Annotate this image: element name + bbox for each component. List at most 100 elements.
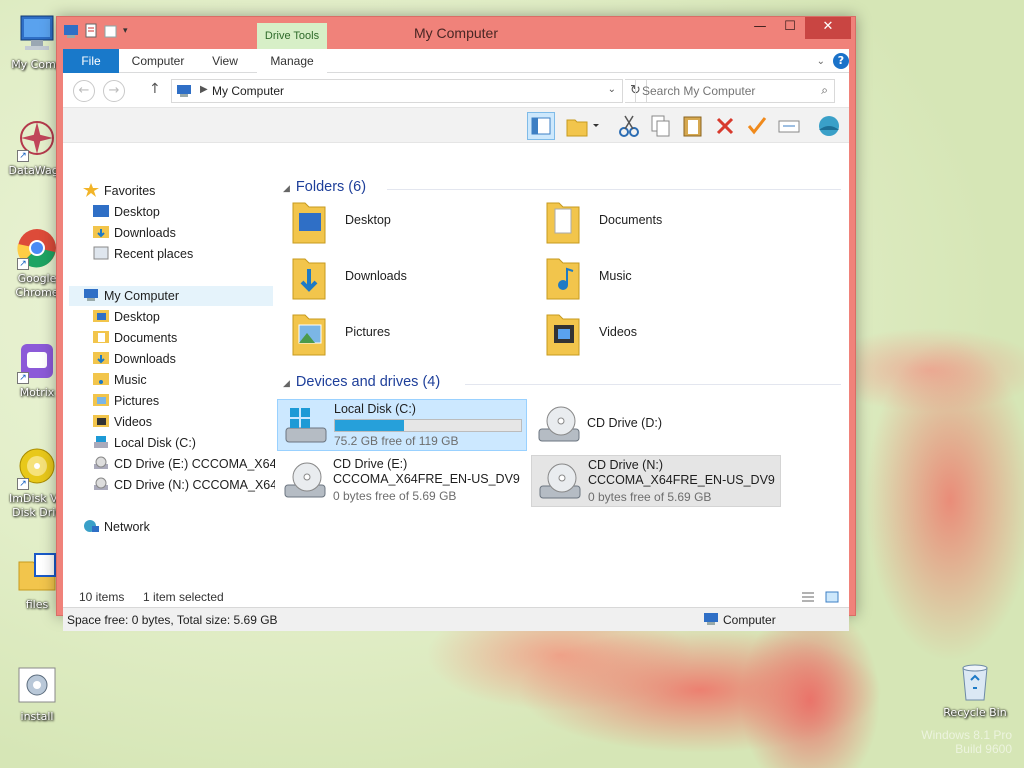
drive-name: CD Drive (N:) xyxy=(588,458,663,472)
drive-tile-cd-drive-d[interactable]: CD Drive (D:) xyxy=(531,399,781,451)
drives-group-header[interactable]: ◢ Devices and drives (4) xyxy=(283,374,440,390)
nav-label: CD Drive (N:) CCCOMA_X64FR xyxy=(114,478,275,492)
maximize-button[interactable]: ☐ xyxy=(775,17,805,39)
minimize-button[interactable]: — xyxy=(745,17,775,39)
breadcrumb-separator-icon[interactable]: ▶ xyxy=(200,84,208,95)
folders-group-header[interactable]: ◢ Folders (6) xyxy=(283,179,366,195)
desktop-icon-recycle-bin[interactable]: Recycle Bin xyxy=(938,660,1012,720)
nav-label: Documents xyxy=(114,331,178,345)
folder-tile-desktop[interactable]: Desktop xyxy=(283,195,533,247)
desktop-folder-icon xyxy=(292,202,326,244)
windows-watermark: Windows 8.1 Pro Build 9600 xyxy=(921,728,1012,756)
nav-computer-videos[interactable]: Videos xyxy=(93,412,152,432)
nav-label: Favorites xyxy=(104,184,156,198)
drives-header-label: Devices and drives (4) xyxy=(295,374,441,390)
videos-folder-icon xyxy=(93,414,109,428)
folder-tile-videos[interactable]: Videos xyxy=(537,307,787,359)
drive-tile-cd-drive-e[interactable]: CD Drive (E:) CCCOMA_X64FRE_EN-US_DV9 0 … xyxy=(277,455,527,507)
nav-computer-documents[interactable]: Documents xyxy=(93,328,177,348)
navigation-pane: Favorites Desktop Downloads Recent place… xyxy=(63,177,275,587)
nav-label: Local Disk (C:) xyxy=(114,436,196,450)
motrix-icon: ↗ xyxy=(15,340,59,384)
desktop-icon xyxy=(93,204,109,218)
folder-tile-pictures[interactable]: Pictures xyxy=(283,307,533,359)
drive-free-space: 0 bytes free of 5.69 GB xyxy=(588,490,712,504)
open-folder-button[interactable] xyxy=(563,112,603,140)
nav-my-computer[interactable]: My Computer xyxy=(69,286,273,306)
nav-label: Music xyxy=(114,373,147,387)
details-view-icon[interactable] xyxy=(801,590,815,607)
ribbon-tabs: File Computer View Manage ⌄ ? xyxy=(63,49,849,73)
drive-tile-local-disk-c[interactable]: Local Disk (C:) 75.2 GB free of 119 GB xyxy=(277,399,527,451)
nav-computer-pictures[interactable]: Pictures xyxy=(93,391,159,411)
search-box[interactable]: ⌕ xyxy=(635,79,835,103)
copy-icon[interactable] xyxy=(647,112,675,140)
tab-view[interactable]: View xyxy=(197,49,253,73)
nav-computer-music[interactable]: Music xyxy=(93,370,147,390)
large-icons-view-icon[interactable] xyxy=(825,590,839,607)
pictures-folder-icon xyxy=(292,314,326,356)
folder-tile-documents[interactable]: Documents xyxy=(537,195,787,247)
address-field[interactable]: ▶ My Computer ⌄ xyxy=(171,79,623,103)
downloads-folder-icon xyxy=(93,225,109,239)
nav-favorites-downloads[interactable]: Downloads xyxy=(93,223,176,243)
computer-icon xyxy=(176,84,192,101)
nav-computer-cd-drive-n[interactable]: CD Drive (N:) CCCOMA_X64FR xyxy=(93,475,275,495)
nav-favorites[interactable]: Favorites xyxy=(83,181,155,201)
collapse-chevron-icon: ◢ xyxy=(283,183,290,193)
close-button[interactable]: ✕ xyxy=(805,17,851,39)
expand-ribbon-icon[interactable]: ⌄ xyxy=(817,56,825,67)
search-input[interactable] xyxy=(642,81,812,101)
folder-icon xyxy=(93,330,109,344)
forward-button[interactable]: → xyxy=(103,80,125,102)
help-button[interactable]: ? xyxy=(833,53,849,69)
command-toolbar xyxy=(63,107,849,143)
folder-name: Documents xyxy=(599,213,663,227)
network-icon xyxy=(83,519,99,533)
drive-name: CD Drive (E:) xyxy=(333,457,408,471)
drive-label: CCCOMA_X64FRE_EN-US_DV9 xyxy=(588,473,775,487)
downloads-folder-icon xyxy=(292,258,326,300)
selection-count: 1 item selected xyxy=(143,590,224,604)
datawago-icon: ↗ xyxy=(15,118,59,162)
title-bar[interactable]: ▾ Drive Tools My Computer — ☐ ✕ xyxy=(57,17,855,49)
nav-computer-downloads[interactable]: Downloads xyxy=(93,349,176,369)
checkmark-icon[interactable] xyxy=(743,112,771,140)
cut-icon[interactable] xyxy=(615,112,643,140)
preview-pane-button[interactable] xyxy=(527,112,555,140)
nav-label: Videos xyxy=(114,415,152,429)
tab-computer[interactable]: Computer xyxy=(121,49,195,73)
watermark-build: Build 9600 xyxy=(955,742,1012,756)
nav-favorites-desktop[interactable]: Desktop xyxy=(93,202,160,222)
nav-network[interactable]: Network xyxy=(83,517,150,537)
desktop-icon-install[interactable]: install xyxy=(0,664,74,724)
cd-drive-icon xyxy=(93,456,109,470)
nav-computer-local-disk[interactable]: Local Disk (C:) xyxy=(93,433,196,453)
address-dropdown-icon[interactable]: ⌄ xyxy=(608,84,616,95)
folder-tile-downloads[interactable]: Downloads xyxy=(283,251,533,303)
delete-icon[interactable] xyxy=(711,112,739,140)
search-icon: ⌕ xyxy=(821,83,828,97)
drive-tile-cd-drive-n[interactable]: CD Drive (N:) CCCOMA_X64FRE_EN-US_DV9 0 … xyxy=(531,455,781,507)
nav-computer-desktop[interactable]: Desktop xyxy=(93,307,160,327)
folder-tile-music[interactable]: Music xyxy=(537,251,787,303)
watermark-edition: Windows 8.1 Pro xyxy=(921,728,1012,742)
nav-label: CD Drive (E:) CCCOMA_X64FR xyxy=(114,457,275,471)
rename-icon[interactable] xyxy=(775,112,803,140)
address-bar-row: ← → ↑ ▶ My Computer ⌄ ↻ ⌕ xyxy=(63,73,849,107)
back-button[interactable]: ← xyxy=(73,80,95,102)
tab-file[interactable]: File xyxy=(63,49,119,73)
nav-label: My Computer xyxy=(104,289,180,303)
paste-icon[interactable] xyxy=(679,112,707,140)
chrome-icon: ↗ xyxy=(15,226,59,270)
nav-computer-cd-drive-e[interactable]: CD Drive (E:) CCCOMA_X64FR xyxy=(93,454,275,474)
nav-favorites-recent[interactable]: Recent places xyxy=(93,244,193,264)
music-folder-icon xyxy=(546,258,580,300)
up-button[interactable]: ↑ xyxy=(149,81,161,97)
nav-label: Desktop xyxy=(114,310,160,324)
nav-label: Downloads xyxy=(114,352,176,366)
network-globe-icon[interactable] xyxy=(815,112,843,140)
details-status-bar: Space free: 0 bytes, Total size: 5.69 GB… xyxy=(63,607,849,631)
tab-manage[interactable]: Manage xyxy=(257,49,327,73)
breadcrumb-my-computer[interactable]: My Computer xyxy=(212,84,284,98)
